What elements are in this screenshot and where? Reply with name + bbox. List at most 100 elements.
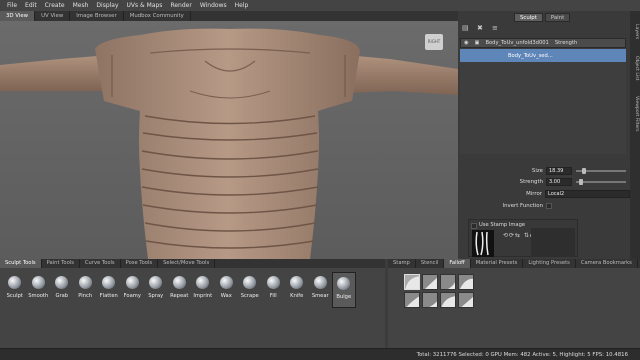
repeat-tool-icon (172, 276, 186, 289)
falloff-preset[interactable] (422, 274, 438, 290)
strength-column-label: Strength (554, 40, 578, 46)
tab-camera-bookmarks[interactable]: Camera Bookmarks (576, 259, 638, 268)
visibility-icon[interactable]: ◉ (461, 40, 472, 46)
flatten-tool-icon (102, 276, 116, 289)
menu-file[interactable]: File (3, 2, 21, 9)
tool-label: Repeat (170, 293, 189, 299)
tool-smear[interactable]: Smear (309, 272, 333, 308)
layer-name: Body_ToUv_unfold3d001 (485, 40, 549, 46)
tool-spray[interactable]: Spray (144, 272, 168, 308)
tab-material-presets[interactable]: Material Presets (471, 259, 524, 268)
tool-label: Smear (311, 293, 329, 299)
tab-pose-tools[interactable]: Pose Tools (121, 259, 159, 268)
stamp-controls[interactable] (531, 228, 575, 257)
tool-repeat[interactable]: Repeat (168, 272, 192, 308)
layer-header[interactable]: ◉ ▣ Body_ToUv_unfold3d001 Strength (460, 38, 626, 48)
tab-stamp[interactable]: Stamp (388, 259, 416, 268)
use-stamp-label: Use Stamp Image (479, 222, 526, 228)
tab-select-move-tools[interactable]: Select/Move Tools (158, 259, 216, 268)
tool-imprint[interactable]: Imprint (191, 272, 215, 308)
tool-label: Fill (269, 293, 277, 299)
strength-slider-knob[interactable] (579, 179, 583, 185)
tool-knife[interactable]: Knife (285, 272, 309, 308)
tab-sculpt-tools[interactable]: Sculpt Tools (0, 259, 42, 268)
tool-label: Flatten (99, 293, 118, 299)
3d-viewport[interactable]: RIGHT (0, 21, 458, 259)
falloff-preset[interactable] (458, 292, 474, 308)
tool-smooth[interactable]: Smooth (27, 272, 51, 308)
view-tabs: 3D View UV View Image Browser Mudbox Com… (0, 11, 458, 21)
tab-lighting-presets[interactable]: Lighting Presets (523, 259, 576, 268)
size-field[interactable]: 18.39 (546, 167, 572, 175)
tool-foamy[interactable]: Foamy (121, 272, 145, 308)
menu-windows[interactable]: Windows (196, 2, 231, 9)
tab-falloff[interactable]: Falloff (444, 259, 471, 268)
menu-create[interactable]: Create (41, 2, 69, 9)
strength-label: Strength (519, 179, 543, 185)
menu-render[interactable]: Render (166, 2, 195, 9)
stamp-image-preview[interactable] (472, 230, 494, 257)
tool-label: Scrape (240, 293, 259, 299)
menu-uvs-maps[interactable]: UVs & Maps (123, 2, 167, 9)
tool-sculpt[interactable]: Sculpt (3, 272, 27, 308)
layer-row-selected[interactable]: Body_ToUv_sed... (460, 49, 626, 62)
sculpt-model[interactable] (0, 21, 458, 259)
tool-wax[interactable]: Wax (215, 272, 239, 308)
strength-slider[interactable] (576, 179, 626, 185)
menu-help[interactable]: Help (231, 2, 253, 9)
tab-uv-view[interactable]: UV View (35, 11, 71, 21)
tool-grab[interactable]: Grab (50, 272, 74, 308)
tab-paint[interactable]: Paint (544, 13, 571, 22)
falloff-preset[interactable] (440, 292, 456, 308)
menu-display[interactable]: Display (92, 2, 122, 9)
size-label: Size (531, 168, 543, 174)
tool-pinch[interactable]: Pinch (74, 272, 98, 308)
spray-tool-icon (149, 276, 163, 289)
imprint-tool-icon (196, 276, 210, 289)
tab-sculpt[interactable]: Sculpt (514, 13, 543, 22)
tab-3d-view[interactable]: 3D View (0, 11, 36, 21)
foamy-tool-icon (125, 276, 139, 289)
tool-tray-tabs: Sculpt Tools Paint Tools Curve Tools Pos… (0, 259, 385, 268)
side-tab-layers[interactable]: Layers (631, 19, 639, 45)
viewcube[interactable]: RIGHT (425, 34, 443, 50)
falloff-preset[interactable] (440, 274, 456, 290)
tool-fill[interactable]: Fill (262, 272, 286, 308)
wax-tool-icon (219, 276, 233, 289)
delete-layer-icon[interactable]: ✖ (477, 25, 484, 32)
size-slider[interactable] (576, 168, 626, 174)
fill-tool-icon (266, 276, 280, 289)
invert-label: Invert Function (502, 203, 544, 209)
tab-stencil[interactable]: Stencil (416, 259, 445, 268)
size-row: Size 18.39 (460, 166, 630, 176)
layer-list[interactable] (460, 62, 626, 154)
size-slider-knob[interactable] (582, 168, 586, 174)
side-tab-viewport-filters[interactable]: Viewport Filters (631, 91, 639, 137)
layer-options-icon[interactable]: ≡ (492, 25, 499, 32)
side-tab-object-list[interactable]: Object List (631, 51, 639, 85)
falloff-preset[interactable] (404, 274, 420, 290)
tool-flatten[interactable]: Flatten (97, 272, 121, 308)
falloff-preset[interactable] (458, 274, 474, 290)
menu-mesh[interactable]: Mesh (69, 2, 93, 9)
new-layer-icon[interactable]: ▤ (462, 25, 469, 32)
tool-label: Smooth (28, 293, 49, 299)
knife-tool-icon (290, 276, 304, 289)
tab-paint-tools[interactable]: Paint Tools (42, 259, 80, 268)
tool-scrape[interactable]: Scrape (238, 272, 262, 308)
mirror-dropdown[interactable]: Local2 (545, 190, 630, 198)
tab-curve-tools[interactable]: Curve Tools (80, 259, 121, 268)
tab-image-browser[interactable]: Image Browser (70, 11, 124, 21)
falloff-preset[interactable] (422, 292, 438, 308)
falloff-preset[interactable] (404, 292, 420, 308)
menu-edit[interactable]: Edit (21, 2, 41, 9)
tool-label: Wax (220, 293, 232, 299)
strength-field[interactable]: 3.00 (546, 178, 572, 186)
tab-mudbox-community[interactable]: Mudbox Community (124, 11, 191, 21)
lock-icon[interactable]: ▣ (472, 40, 483, 46)
tool-bulge[interactable]: Bulge (332, 272, 356, 308)
mudbox-window: File Edit Create Mesh Display UVs & Maps… (0, 0, 640, 360)
use-stamp-checkbox[interactable] (471, 223, 477, 229)
stamp-image-box: Use Stamp Image ⟲⟳⇆ ⇅◐◑ (468, 219, 578, 257)
invert-checkbox[interactable] (546, 203, 552, 209)
